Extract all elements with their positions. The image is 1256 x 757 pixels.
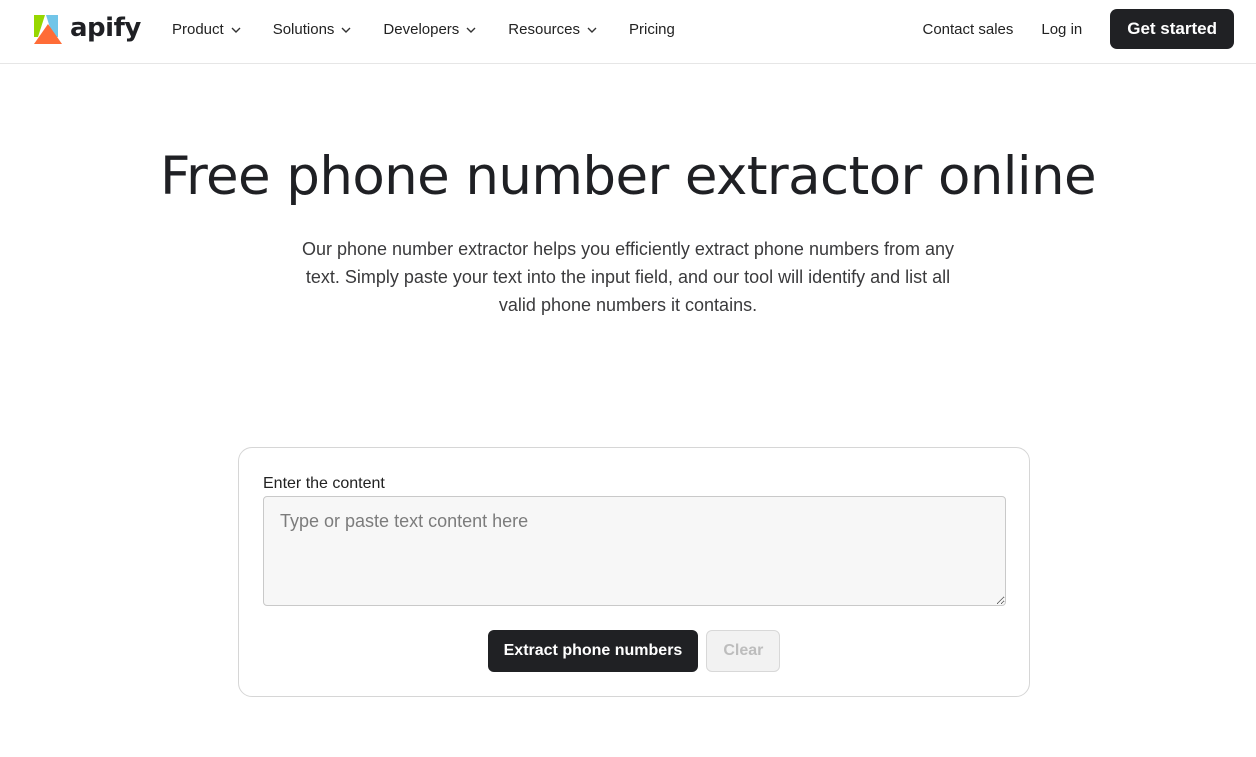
chevron-down-icon bbox=[587, 27, 597, 33]
login-link[interactable]: Log in bbox=[1041, 21, 1082, 38]
logo-wordmark: apify bbox=[70, 12, 141, 43]
top-navbar: apify Product Solutions Developers Resou… bbox=[0, 0, 1256, 64]
nav-item-label: Developers bbox=[383, 20, 460, 38]
nav-item-developers[interactable]: Developers bbox=[383, 21, 476, 38]
nav-item-label: Pricing bbox=[629, 20, 675, 38]
nav-item-label: Product bbox=[172, 20, 224, 38]
clear-button[interactable]: Clear bbox=[706, 630, 781, 672]
tool-actions: Extract phone numbers Clear bbox=[239, 630, 1029, 672]
nav-item-product[interactable]: Product bbox=[172, 21, 241, 38]
nav-item-resources[interactable]: Resources bbox=[508, 21, 597, 38]
content-label: Enter the content bbox=[263, 475, 385, 492]
main-nav: Product Solutions Developers Resources P… bbox=[172, 0, 707, 58]
chevron-down-icon bbox=[466, 27, 476, 33]
nav-item-label: Solutions bbox=[272, 20, 335, 38]
chevron-down-icon bbox=[231, 27, 241, 33]
apify-logo-icon bbox=[34, 14, 62, 44]
apify-logo[interactable]: apify bbox=[34, 12, 141, 44]
chevron-down-icon bbox=[341, 27, 351, 33]
page-subtitle: Our phone number extractor helps you eff… bbox=[301, 239, 954, 315]
nav-actions: Contact sales Log in Get started bbox=[922, 9, 1234, 49]
nav-item-label: Resources bbox=[508, 20, 580, 38]
nav-item-pricing[interactable]: Pricing bbox=[629, 21, 675, 38]
extractor-card: Enter the content Extract phone numbers … bbox=[238, 447, 1030, 697]
content-textarea[interactable] bbox=[263, 496, 1006, 606]
extract-phone-numbers-button[interactable]: Extract phone numbers bbox=[487, 630, 699, 672]
contact-sales-link[interactable]: Contact sales bbox=[922, 21, 1013, 38]
get-started-button[interactable]: Get started bbox=[1110, 9, 1234, 49]
page-title: Free phone number extractor online bbox=[159, 146, 1097, 207]
nav-item-solutions[interactable]: Solutions bbox=[273, 21, 352, 38]
